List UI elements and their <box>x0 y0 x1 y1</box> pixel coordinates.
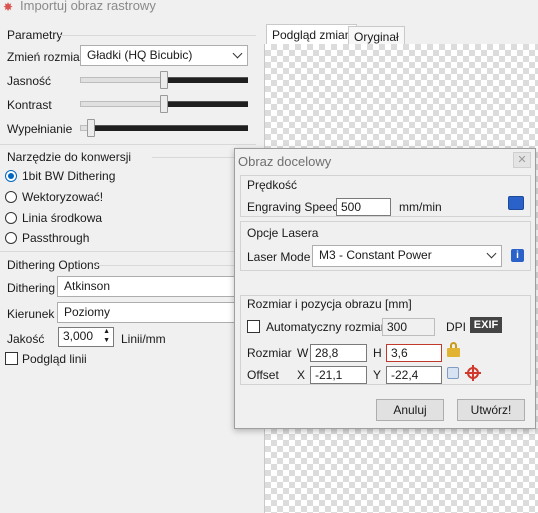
stepper-up-icon[interactable]: ▲ <box>103 328 110 335</box>
quality-unit: Linii/mm <box>121 332 166 346</box>
direction-label: Kierunek <box>7 307 55 321</box>
parametry-legend: Parametry <box>7 28 63 42</box>
create-button[interactable]: Utwórz! <box>457 399 525 421</box>
rozmiar-label: Rozmiar <box>247 346 292 360</box>
divider <box>96 265 256 266</box>
offset-y-input[interactable]: -22,4 <box>386 366 442 384</box>
stepper-down-icon[interactable]: ▼ <box>103 337 110 344</box>
offset-x-input[interactable]: -21,1 <box>310 366 367 384</box>
contrast-label: Kontrast <box>7 98 52 112</box>
resize-value: Gładki (HQ Bicubic) <box>87 48 193 62</box>
speed-group: Prędkość Engraving Speed 500 mm/min <box>240 175 531 217</box>
lock-icon[interactable] <box>447 342 460 358</box>
laser-group: Opcje Lasera Laser Mode M3 - Constant Po… <box>240 221 531 271</box>
speed-input[interactable]: 500 <box>336 198 391 216</box>
brightness-slider-track[interactable] <box>164 77 248 83</box>
radio-bw-dithering[interactable] <box>5 170 17 182</box>
direction-value: Poziomy <box>64 305 111 319</box>
brightness-slider-track-left <box>80 77 164 83</box>
y-label: Y <box>373 368 382 382</box>
exif-button[interactable]: EXIF <box>470 317 502 333</box>
radio-label-centerline: Linia środkowa <box>22 211 103 225</box>
radio-passthrough[interactable] <box>5 232 17 244</box>
dithering-label: Dithering <box>7 281 56 295</box>
dpi-label: DPI <box>446 320 467 334</box>
laser-mode-value: M3 - Constant Power <box>319 248 432 262</box>
height-value: 3,6 <box>391 346 408 360</box>
x-label: X <box>297 368 306 382</box>
height-label: H <box>373 346 382 360</box>
contrast-slider-track-left <box>80 101 164 107</box>
book-icon[interactable] <box>508 196 524 210</box>
radio-label-vectorize: Wektoryzować! <box>22 190 104 204</box>
dialog-title: Obraz docelowy <box>238 154 332 169</box>
tab-label: Podgląd zmian <box>272 28 352 42</box>
dithering-legend: Dithering Options <box>7 258 100 272</box>
resize-label: Zmień rozmiar <box>7 50 84 64</box>
radio-centerline[interactable] <box>5 212 17 224</box>
laser-legend: Opcje Lasera <box>247 226 319 240</box>
close-icon[interactable]: ✕ <box>513 152 531 168</box>
contrast-slider-thumb[interactable] <box>160 95 168 113</box>
divider <box>0 144 256 145</box>
info-icon[interactable]: i <box>511 249 524 262</box>
create-label: Utwórz! <box>470 403 512 417</box>
offset-y-value: -22,4 <box>391 368 419 382</box>
cancel-label: Anuluj <box>393 403 427 417</box>
app-icon: ✸ <box>3 0 14 14</box>
tab-preview-changes[interactable]: Podgląd zmian <box>266 24 358 45</box>
width-input[interactable]: 28,8 <box>310 344 367 362</box>
radio-label-bw-dithering: 1bit BW Dithering <box>22 169 116 183</box>
quality-label: Jakość <box>7 332 45 346</box>
brightness-label: Jasność <box>7 74 52 88</box>
divider <box>60 35 256 36</box>
tab-strip: Podgląd zmian Oryginał <box>264 24 538 47</box>
brightness-slider-thumb[interactable] <box>160 71 168 89</box>
fill-label: Wypełnianie <box>7 122 73 136</box>
laser-mode-select[interactable]: M3 - Constant Power <box>312 245 502 267</box>
offset-x-value: -21,1 <box>315 368 343 382</box>
target-image-dialog: Obraz docelowy ✕ Prędkość Engraving Spee… <box>234 148 536 429</box>
preview-lines-label: Podgląd linii <box>22 352 87 366</box>
resize-select[interactable]: Gładki (HQ Bicubic) <box>80 45 248 66</box>
fill-slider-thumb[interactable] <box>87 119 95 137</box>
cancel-button[interactable]: Anuluj <box>376 399 444 421</box>
position-icon[interactable] <box>447 367 459 379</box>
speed-label: Engraving Speed <box>247 200 340 214</box>
auto-size-label: Automatyczny rozmiar <box>266 320 385 334</box>
chevron-down-icon <box>232 48 243 59</box>
quality-value: 3,000 <box>63 329 94 343</box>
dpi-input: 300 <box>382 318 435 336</box>
width-label: W <box>297 346 309 360</box>
quality-stepper[interactable]: 3,000 ▲ ▼ <box>58 327 114 347</box>
size-legend: Rozmiar i pozycja obrazu [mm] <box>247 297 412 311</box>
exif-label: EXIF <box>473 319 499 331</box>
narzedzie-legend: Narzędzie do konwersji <box>7 150 132 164</box>
crosshair-icon[interactable] <box>465 365 481 381</box>
size-group: Rozmiar i pozycja obrazu [mm] Automatycz… <box>240 295 531 385</box>
width-value: 28,8 <box>315 346 339 360</box>
speed-unit: mm/min <box>399 200 442 214</box>
dithering-select[interactable]: Atkinson <box>57 276 237 297</box>
offset-label: Offset <box>247 368 279 382</box>
dpi-value: 300 <box>387 320 408 334</box>
speed-value: 500 <box>341 200 362 214</box>
title-bar: ✸ Importuj obraz rastrowy <box>0 0 538 16</box>
left-panel: Parametry Zmień rozmiar Gładki (HQ Bicub… <box>0 24 258 513</box>
fill-slider-track[interactable] <box>90 125 248 131</box>
dithering-value: Atkinson <box>64 279 111 293</box>
auto-size-checkbox[interactable] <box>247 320 260 333</box>
radio-vectorize[interactable] <box>5 191 17 203</box>
height-input[interactable]: 3,6 <box>386 344 442 362</box>
tab-label: Oryginał <box>354 30 399 44</box>
direction-select[interactable]: Poziomy <box>57 302 237 323</box>
window-title: Importuj obraz rastrowy <box>20 0 156 13</box>
preview-lines-checkbox[interactable] <box>5 352 18 365</box>
contrast-slider-track[interactable] <box>164 101 248 107</box>
chevron-down-icon <box>486 248 497 259</box>
speed-legend: Prędkość <box>247 178 298 192</box>
divider <box>0 251 256 252</box>
radio-label-passthrough: Passthrough <box>22 231 90 245</box>
laser-mode-label: Laser Mode <box>247 250 311 264</box>
